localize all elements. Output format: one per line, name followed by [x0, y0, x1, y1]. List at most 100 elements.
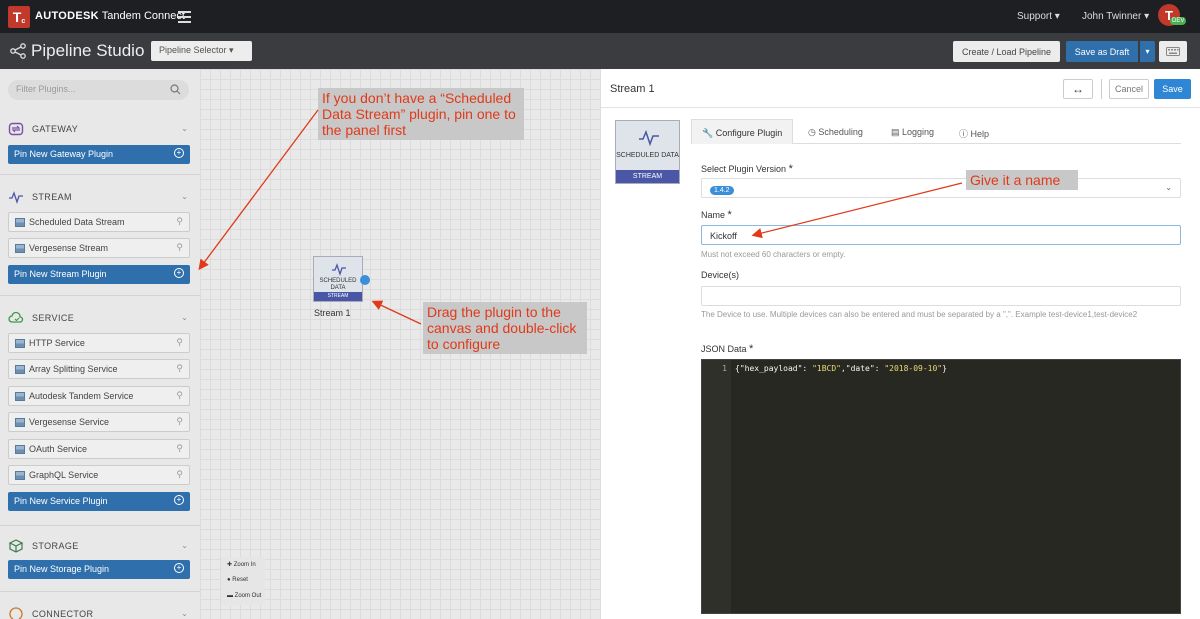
pin-icon[interactable]: ⚲: [176, 363, 183, 374]
studio-bar: Pipeline Studio Pipeline Selector ▾ Crea…: [0, 33, 1200, 69]
zoom-in-button[interactable]: ✚ Zoom In: [227, 561, 256, 568]
stream-wave-icon: [9, 191, 23, 205]
cancel-button[interactable]: Cancel: [1109, 79, 1149, 99]
pin-icon[interactable]: ⚲: [176, 216, 183, 227]
divider: [0, 525, 200, 526]
stream-node[interactable]: SCHEDULED DATA STREAM: [313, 256, 363, 302]
pipeline-selector[interactable]: Pipeline Selector ▾: [151, 41, 252, 61]
pin-icon[interactable]: ⚲: [176, 337, 183, 348]
plugin-graphql-service[interactable]: GraphQL Service ⚲: [8, 465, 190, 485]
pin-icon[interactable]: ⚲: [176, 469, 183, 480]
pin-stream-plugin-button[interactable]: Pin New Stream Plugin +: [8, 265, 190, 284]
user-menu[interactable]: John Twinner ▾: [1082, 11, 1149, 22]
section-gateway[interactable]: GATEWAY ⌄: [8, 121, 190, 137]
plugin-vergesense-service[interactable]: Vergesense Service ⚲: [8, 412, 190, 432]
section-stream[interactable]: STREAM ⌄: [8, 189, 190, 205]
name-input[interactable]: Kickoff: [701, 225, 1181, 245]
support-menu[interactable]: Support ▾: [1017, 11, 1060, 22]
stream-wave-icon: [332, 263, 346, 276]
search-icon: [170, 84, 181, 95]
tab-label: Logging: [902, 127, 935, 137]
hamburger-menu-icon[interactable]: [178, 11, 191, 23]
node-label: SCHEDULED DATA: [319, 278, 357, 291]
pin-icon[interactable]: ⚲: [176, 390, 183, 401]
pin-service-label: Pin New Service Plugin: [14, 496, 108, 506]
tab-configure-plugin[interactable]: 🔧 Configure Plugin: [691, 119, 794, 144]
create-load-pipeline-button[interactable]: Create / Load Pipeline: [953, 41, 1060, 62]
plugin-http-service[interactable]: HTTP Service ⚲: [8, 333, 190, 353]
tab-label: Configure Plugin: [715, 128, 783, 138]
plugin-version-select[interactable]: 1.4.2 ⌄: [701, 178, 1181, 198]
save-as-draft-button[interactable]: Save as Draft: [1066, 41, 1138, 62]
pin-gateway-plugin-button[interactable]: Pin New Gateway Plugin +: [8, 145, 190, 164]
divider: [0, 295, 200, 296]
chevron-down-icon[interactable]: ⌄: [181, 609, 188, 618]
pin-storage-plugin-button[interactable]: Pin New Storage Plugin +: [8, 560, 190, 579]
json-editor[interactable]: 1 {"hex_payload": "1BCD","date": "2018-0…: [701, 359, 1181, 614]
plugin-array-splitting-service[interactable]: Array Splitting Service ⚲: [8, 359, 190, 379]
pin-icon[interactable]: ⚲: [176, 242, 183, 253]
tab-logging[interactable]: ▤ Logging: [881, 119, 944, 144]
keyboard-shortcuts-button[interactable]: [1159, 41, 1187, 62]
annotation-name-hint: Give it a name: [966, 170, 1078, 190]
divider: [0, 591, 200, 592]
required-mark: *: [788, 163, 793, 175]
plugin-label: GraphQL Service: [29, 470, 99, 480]
plugin-autodesk-tandem-service[interactable]: Autodesk Tandem Service ⚲: [8, 386, 190, 406]
plugin-vergesense-stream[interactable]: Vergesense Stream ⚲: [8, 238, 190, 258]
chevron-down-icon[interactable]: ⌄: [181, 313, 188, 322]
section-connector[interactable]: CONNECTOR ⌄: [8, 606, 190, 619]
plugin-label: Autodesk Tandem Service: [29, 391, 134, 401]
plugin-label: Array Splitting Service: [29, 364, 118, 374]
plugin-label: OAuth Service: [29, 444, 88, 454]
section-storage-title: STORAGE: [32, 541, 79, 551]
pin-service-plugin-button[interactable]: Pin New Service Plugin +: [8, 492, 190, 511]
gateway-icon: [8, 122, 24, 136]
annotation-pin-hint: If you don’t have a “Scheduled Data Stre…: [318, 88, 524, 140]
pin-icon[interactable]: ⚲: [176, 443, 183, 454]
tandem-logo-icon[interactable]: Tc: [8, 6, 30, 28]
top-bar: Tc AUTODESK Tandem Connect Support ▾ Joh…: [0, 0, 1200, 33]
json-string: "1BCD": [812, 364, 841, 373]
json-label-text: JSON Data: [701, 344, 747, 354]
plus-circle-icon: +: [174, 268, 184, 278]
section-service-title: SERVICE: [32, 313, 75, 323]
thumb-label: SCHEDULED DATA: [616, 152, 679, 159]
section-storage[interactable]: STORAGE ⌄: [8, 538, 190, 554]
plugin-icon: [15, 445, 25, 454]
section-connector-title: CONNECTOR: [32, 609, 94, 619]
tab-help[interactable]: ⓘ Help: [949, 119, 999, 144]
plus-circle-icon: +: [174, 148, 184, 158]
config-tabs: 🔧 Configure Plugin ◷ Scheduling ▤ Loggin…: [691, 119, 1181, 144]
section-gateway-title: GATEWAY: [32, 124, 79, 134]
chevron-down-icon[interactable]: ⌄: [181, 541, 188, 550]
logo-sub: c: [21, 17, 26, 25]
tab-scheduling[interactable]: ◷ Scheduling: [798, 119, 873, 144]
required-mark: *: [749, 343, 754, 355]
zoom-out-button[interactable]: ▬ Zoom Out: [227, 593, 261, 599]
version-label-text: Select Plugin Version: [701, 164, 787, 174]
node-output-port[interactable]: [360, 275, 370, 285]
devices-input[interactable]: [701, 286, 1181, 306]
chevron-down-icon[interactable]: ⌄: [181, 124, 188, 133]
plugin-scheduled-data-stream[interactable]: Scheduled Data Stream ⚲: [8, 212, 190, 232]
pin-stream-label: Pin New Stream Plugin: [14, 269, 107, 279]
pin-storage-label: Pin New Storage Plugin: [14, 564, 110, 574]
line-number: 1: [722, 364, 727, 373]
plugin-config-panel: Stream 1 ↔ Cancel Save SCHEDULED DATA ST…: [600, 69, 1200, 619]
filter-plugins-input[interactable]: Filter Plugins...: [8, 80, 189, 100]
expand-panel-icon[interactable]: ↔: [1063, 79, 1093, 99]
plugin-oauth-service[interactable]: OAuth Service ⚲: [8, 439, 190, 459]
save-button[interactable]: Save: [1154, 79, 1191, 99]
chevron-down-icon[interactable]: ⌄: [181, 192, 188, 201]
pin-icon[interactable]: ⚲: [176, 416, 183, 427]
required-mark: *: [727, 209, 732, 221]
json-token: }: [942, 364, 947, 373]
plus-circle-icon: +: [174, 495, 184, 505]
save-options-caret[interactable]: ▾: [1140, 41, 1155, 62]
reset-button[interactable]: ● Reset: [227, 577, 248, 583]
plugin-label: HTTP Service: [29, 338, 85, 348]
annotation-drag-hint: Drag the plugin to the canvas and double…: [423, 302, 587, 354]
section-service[interactable]: SERVICE ⌄: [8, 310, 190, 326]
logo-letter: T: [12, 9, 22, 25]
